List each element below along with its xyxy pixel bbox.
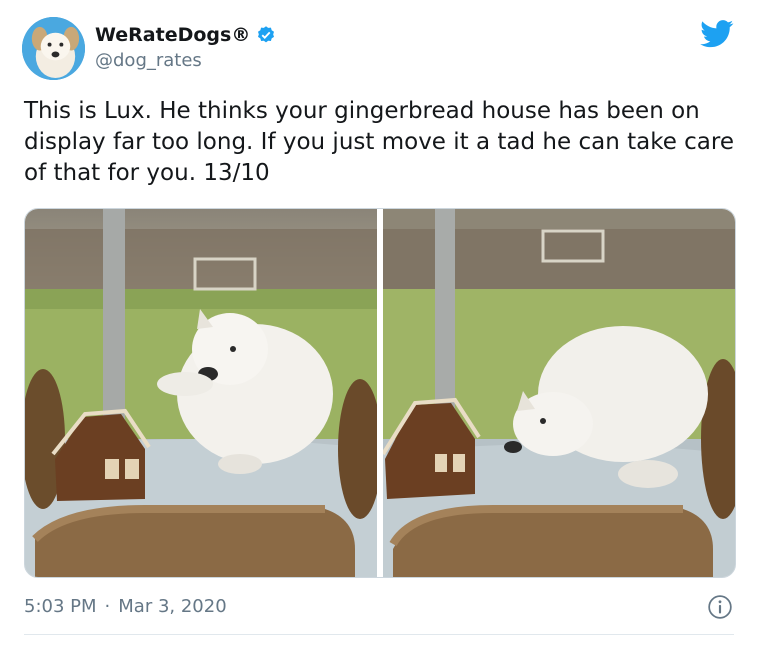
tweet-media[interactable]: [24, 208, 736, 578]
tweet-photo-1[interactable]: [25, 209, 377, 577]
display-name[interactable]: WeRateDogs®: [95, 24, 250, 46]
tweet-card: WeRateDogs® @dog_rates This is Lux. He t…: [0, 0, 758, 648]
timestamp-separator: ·: [104, 596, 111, 617]
tweet-timestamp[interactable]: 5:03 PM · Mar 3, 2020: [24, 596, 227, 617]
dog-avatar-icon: [22, 17, 85, 80]
info-icon[interactable]: [707, 594, 733, 620]
author-handle[interactable]: @dog_rates: [95, 50, 202, 71]
dog-photo-1-image: [25, 209, 377, 577]
author-name-row[interactable]: WeRateDogs®: [95, 24, 276, 46]
tweet-time[interactable]: 5:03 PM: [24, 596, 97, 617]
avatar[interactable]: [22, 17, 85, 80]
tweet-text: This is Lux. He thinks your gingerbread …: [24, 98, 734, 186]
tweet-date[interactable]: Mar 3, 2020: [118, 596, 226, 617]
dog-photo-2-image: [383, 209, 735, 577]
verified-badge-icon: [258, 26, 275, 43]
twitter-bird-icon[interactable]: [700, 20, 734, 48]
tweet-photo-2[interactable]: [383, 209, 735, 577]
footer-divider: [24, 634, 734, 635]
